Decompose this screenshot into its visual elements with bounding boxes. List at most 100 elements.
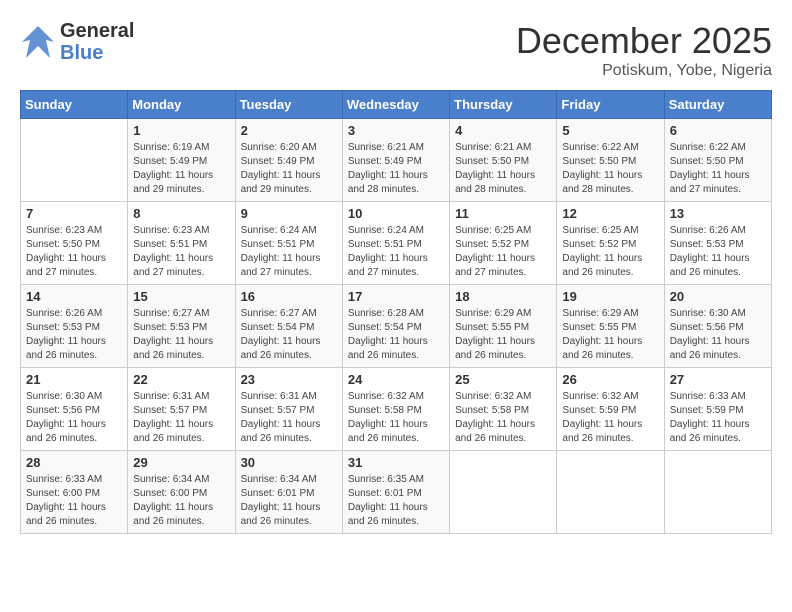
day-info: Sunrise: 6:30 AMSunset: 5:56 PMDaylight:… (26, 390, 122, 446)
calendar-week-2: 7Sunrise: 6:23 AMSunset: 5:50 PMDaylight… (21, 202, 772, 285)
day-number: 3 (348, 123, 444, 138)
calendar-cell: 8 Sunrise: 6:23 AMSunset: 5:51 PMDaylight… (128, 202, 235, 285)
weekday-header-sunday: Sunday (21, 91, 128, 119)
day-number: 14 (26, 289, 122, 304)
day-number: 29 (133, 455, 229, 470)
logo-container: General Blue (20, 20, 134, 64)
day-info: Sunrise: 6:33 AMSunset: 6:00 PMDaylight:… (26, 473, 122, 529)
day-number: 13 (670, 206, 766, 221)
calendar-cell: 6Sunrise: 6:22 AMSunset: 5:50 PMDaylight… (664, 119, 771, 202)
weekday-header-saturday: Saturday (664, 91, 771, 119)
calendar-cell: 28 Sunrise: 6:33 AMSunset: 6:00 PMDayligh… (21, 451, 128, 534)
calendar-cell: 11 Sunrise: 6:25 AMSunset: 5:52 PMDayligh… (450, 202, 557, 285)
day-number: 10 (348, 206, 444, 221)
day-number: 4 (455, 123, 551, 138)
day-info: Sunrise: 6:24 AMSunset: 5:51 PMDaylight:… (348, 224, 444, 280)
day-info: Sunrise: 6:21 AMSunset: 5:50 PMDaylight:… (455, 141, 551, 197)
day-number: 27 (670, 372, 766, 387)
calendar-week-5: 28 Sunrise: 6:33 AMSunset: 6:00 PMDayligh… (21, 451, 772, 534)
weekday-header-wednesday: Wednesday (342, 91, 449, 119)
calendar-cell: 25Sunrise: 6:32 AMSunset: 5:58 PMDayligh… (450, 368, 557, 451)
weekday-header-monday: Monday (128, 91, 235, 119)
day-number: 16 (241, 289, 337, 304)
logo: General Blue (20, 20, 134, 64)
page-header: General Blue December 2025 Potiskum, Yob… (20, 20, 772, 80)
weekday-header-thursday: Thursday (450, 91, 557, 119)
day-number: 21 (26, 372, 122, 387)
day-number: 25 (455, 372, 551, 387)
day-info: Sunrise: 6:26 AMSunset: 5:53 PMDaylight:… (26, 307, 122, 363)
day-info: Sunrise: 6:33 AMSunset: 5:59 PMDaylight:… (670, 390, 766, 446)
calendar-cell: 13 Sunrise: 6:26 AMSunset: 5:53 PMDayligh… (664, 202, 771, 285)
day-info: Sunrise: 6:23 AMSunset: 5:51 PMDaylight:… (133, 224, 229, 280)
calendar-cell: 30Sunrise: 6:34 AMSunset: 6:01 PMDayligh… (235, 451, 342, 534)
day-number: 8 (133, 206, 229, 221)
day-info: Sunrise: 6:29 AMSunset: 5:55 PMDaylight:… (562, 307, 658, 363)
day-number: 11 (455, 206, 551, 221)
weekday-header-row: SundayMondayTuesdayWednesdayThursdayFrid… (21, 91, 772, 119)
calendar-cell: 16 Sunrise: 6:27 AMSunset: 5:54 PMDayligh… (235, 285, 342, 368)
calendar-cell: 21 Sunrise: 6:30 AMSunset: 5:56 PMDayligh… (21, 368, 128, 451)
calendar-cell: 29 Sunrise: 6:34 AMSunset: 6:00 PMDayligh… (128, 451, 235, 534)
day-info: Sunrise: 6:24 AMSunset: 5:51 PMDaylight:… (241, 224, 337, 280)
day-number: 9 (241, 206, 337, 221)
weekday-header-friday: Friday (557, 91, 664, 119)
day-info: Sunrise: 6:32 AMSunset: 5:59 PMDaylight:… (562, 390, 658, 446)
day-info: Sunrise: 6:31 AMSunset: 5:57 PMDaylight:… (133, 390, 229, 446)
calendar-body: 1 Sunrise: 6:19 AMSunset: 5:49 PMDaylight… (21, 119, 772, 534)
calendar-cell (664, 451, 771, 534)
day-number: 19 (562, 289, 658, 304)
calendar-cell: 31 Sunrise: 6:35 AMSunset: 6:01 PMDayligh… (342, 451, 449, 534)
day-number: 24 (348, 372, 444, 387)
day-info: Sunrise: 6:30 AMSunset: 5:56 PMDaylight:… (670, 307, 766, 363)
calendar-cell: 15Sunrise: 6:27 AMSunset: 5:53 PMDayligh… (128, 285, 235, 368)
day-info: Sunrise: 6:35 AMSunset: 6:01 PMDaylight:… (348, 473, 444, 529)
day-number: 28 (26, 455, 122, 470)
calendar-cell: 7Sunrise: 6:23 AMSunset: 5:50 PMDaylight… (21, 202, 128, 285)
calendar-cell: 3Sunrise: 6:21 AMSunset: 5:49 PMDaylight… (342, 119, 449, 202)
day-info: Sunrise: 6:20 AMSunset: 5:49 PMDaylight:… (241, 141, 337, 197)
calendar-cell: 26 Sunrise: 6:32 AMSunset: 5:59 PMDayligh… (557, 368, 664, 451)
day-number: 26 (562, 372, 658, 387)
month-title: December 2025 (516, 20, 772, 62)
day-number: 5 (562, 123, 658, 138)
calendar-cell: 5 Sunrise: 6:22 AMSunset: 5:50 PMDaylight… (557, 119, 664, 202)
day-number: 22 (133, 372, 229, 387)
day-info: Sunrise: 6:32 AMSunset: 5:58 PMDaylight:… (348, 390, 444, 446)
day-number: 23 (241, 372, 337, 387)
calendar-cell: 23Sunrise: 6:31 AMSunset: 5:57 PMDayligh… (235, 368, 342, 451)
day-number: 17 (348, 289, 444, 304)
day-info: Sunrise: 6:28 AMSunset: 5:54 PMDaylight:… (348, 307, 444, 363)
day-info: Sunrise: 6:22 AMSunset: 5:50 PMDaylight:… (562, 141, 658, 197)
day-info: Sunrise: 6:34 AMSunset: 6:01 PMDaylight:… (241, 473, 337, 529)
calendar-cell: 1 Sunrise: 6:19 AMSunset: 5:49 PMDaylight… (128, 119, 235, 202)
day-info: Sunrise: 6:19 AMSunset: 5:49 PMDaylight:… (133, 141, 229, 197)
day-number: 18 (455, 289, 551, 304)
day-number: 12 (562, 206, 658, 221)
calendar-cell: 17 Sunrise: 6:28 AMSunset: 5:54 PMDayligh… (342, 285, 449, 368)
logo-line1: General (60, 20, 134, 42)
calendar-cell: 18Sunrise: 6:29 AMSunset: 5:55 PMDayligh… (450, 285, 557, 368)
day-info: Sunrise: 6:27 AMSunset: 5:54 PMDaylight:… (241, 307, 337, 363)
day-number: 20 (670, 289, 766, 304)
day-info: Sunrise: 6:25 AMSunset: 5:52 PMDaylight:… (455, 224, 551, 280)
day-info: Sunrise: 6:27 AMSunset: 5:53 PMDaylight:… (133, 307, 229, 363)
day-info: Sunrise: 6:34 AMSunset: 6:00 PMDaylight:… (133, 473, 229, 529)
logo-bird-icon (20, 24, 56, 60)
calendar-cell (557, 451, 664, 534)
day-number: 2 (241, 123, 337, 138)
logo-line2: Blue (60, 42, 134, 64)
calendar-cell: 10 Sunrise: 6:24 AMSunset: 5:51 PMDayligh… (342, 202, 449, 285)
weekday-header-tuesday: Tuesday (235, 91, 342, 119)
calendar-table: SundayMondayTuesdayWednesdayThursdayFrid… (20, 90, 772, 534)
calendar-cell: 22 Sunrise: 6:31 AMSunset: 5:57 PMDayligh… (128, 368, 235, 451)
day-info: Sunrise: 6:26 AMSunset: 5:53 PMDaylight:… (670, 224, 766, 280)
subtitle: Potiskum, Yobe, Nigeria (516, 62, 772, 80)
day-number: 1 (133, 123, 229, 138)
title-area: December 2025 Potiskum, Yobe, Nigeria (516, 20, 772, 80)
calendar-cell: 4 Sunrise: 6:21 AMSunset: 5:50 PMDaylight… (450, 119, 557, 202)
calendar-cell: 19 Sunrise: 6:29 AMSunset: 5:55 PMDayligh… (557, 285, 664, 368)
day-number: 31 (348, 455, 444, 470)
calendar-cell: 20 Sunrise: 6:30 AMSunset: 5:56 PMDayligh… (664, 285, 771, 368)
calendar-week-1: 1 Sunrise: 6:19 AMSunset: 5:49 PMDaylight… (21, 119, 772, 202)
